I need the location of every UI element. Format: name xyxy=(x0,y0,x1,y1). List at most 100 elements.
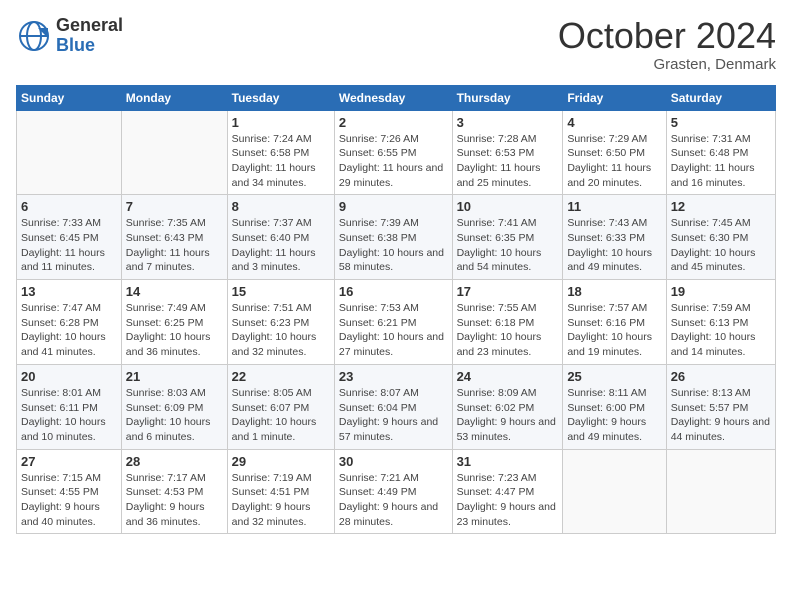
day-info: Sunrise: 7:37 AMSunset: 6:40 PMDaylight:… xyxy=(232,217,316,273)
day-number: 11 xyxy=(567,199,661,214)
day-cell: 26Sunrise: 8:13 AMSunset: 5:57 PMDayligh… xyxy=(666,364,775,449)
day-cell: 14 Sunrise: 7:49 AMSunset: 6:25 PMDayligh… xyxy=(121,280,227,365)
day-info: Sunrise: 7:47 AMSunset: 6:28 PMDaylight:… xyxy=(21,302,106,358)
day-cell: 19 Sunrise: 7:59 AMSunset: 6:13 PMDayligh… xyxy=(666,280,775,365)
calendar-table: Sunday Monday Tuesday Wednesday Thursday… xyxy=(16,85,776,535)
location-subtitle: Grasten, Denmark xyxy=(558,56,776,73)
day-cell: 29 Sunrise: 7:19 AMSunset: 4:51 PMDayligh… xyxy=(227,449,334,534)
day-cell: 7Sunrise: 7:35 AMSunset: 6:43 PMDaylight… xyxy=(121,195,227,280)
day-info: Sunrise: 7:24 AMSunset: 6:58 PMDaylight:… xyxy=(232,133,316,189)
day-cell: 17 Sunrise: 7:55 AMSunset: 6:18 PMDayligh… xyxy=(452,280,563,365)
day-cell: 25 Sunrise: 8:11 AMSunset: 6:00 PMDayligh… xyxy=(563,364,666,449)
page-header: General Blue October 2024 Grasten, Denma… xyxy=(16,16,776,73)
day-info: Sunrise: 7:19 AMSunset: 4:51 PMDaylight:… xyxy=(232,472,312,528)
day-number: 31 xyxy=(457,454,559,469)
logo: General Blue xyxy=(16,16,123,56)
day-cell: 20Sunrise: 8:01 AMSunset: 6:11 PMDayligh… xyxy=(17,364,122,449)
day-info: Sunrise: 7:39 AMSunset: 6:38 PMDaylight:… xyxy=(339,217,444,273)
day-info: Sunrise: 7:28 AMSunset: 6:53 PMDaylight:… xyxy=(457,133,541,189)
day-cell: 18 Sunrise: 7:57 AMSunset: 6:16 PMDayligh… xyxy=(563,280,666,365)
day-number: 17 xyxy=(457,284,559,299)
day-cell: 28 Sunrise: 7:17 AMSunset: 4:53 PMDayligh… xyxy=(121,449,227,534)
day-number: 6 xyxy=(21,199,117,214)
week-row-4: 20Sunrise: 8:01 AMSunset: 6:11 PMDayligh… xyxy=(17,364,776,449)
day-cell: 4 Sunrise: 7:29 AMSunset: 6:50 PMDaylight… xyxy=(563,110,666,195)
day-info: Sunrise: 7:15 AMSunset: 4:55 PMDaylight:… xyxy=(21,472,101,528)
week-row-2: 6 Sunrise: 7:33 AMSunset: 6:45 PMDaylight… xyxy=(17,195,776,280)
day-info: Sunrise: 7:45 AMSunset: 6:30 PMDaylight:… xyxy=(671,217,756,273)
day-cell: 22 Sunrise: 8:05 AMSunset: 6:07 PMDayligh… xyxy=(227,364,334,449)
col-wednesday: Wednesday xyxy=(334,85,452,110)
day-number: 5 xyxy=(671,115,771,130)
day-number: 22 xyxy=(232,369,330,384)
day-info: Sunrise: 7:17 AMSunset: 4:53 PMDaylight:… xyxy=(126,472,206,528)
day-cell xyxy=(563,449,666,534)
day-cell: 24Sunrise: 8:09 AMSunset: 6:02 PMDayligh… xyxy=(452,364,563,449)
day-cell xyxy=(666,449,775,534)
week-row-3: 13 Sunrise: 7:47 AMSunset: 6:28 PMDayligh… xyxy=(17,280,776,365)
day-cell xyxy=(17,110,122,195)
day-cell: 8Sunrise: 7:37 AMSunset: 6:40 PMDaylight… xyxy=(227,195,334,280)
day-cell: 1 Sunrise: 7:24 AMSunset: 6:58 PMDaylight… xyxy=(227,110,334,195)
day-number: 20 xyxy=(21,369,117,384)
day-info: Sunrise: 7:26 AMSunset: 6:55 PMDaylight:… xyxy=(339,133,443,189)
day-number: 28 xyxy=(126,454,223,469)
day-info: Sunrise: 7:31 AMSunset: 6:48 PMDaylight:… xyxy=(671,133,755,189)
day-number: 30 xyxy=(339,454,448,469)
day-number: 21 xyxy=(126,369,223,384)
day-cell: 5 Sunrise: 7:31 AMSunset: 6:48 PMDaylight… xyxy=(666,110,775,195)
day-number: 19 xyxy=(671,284,771,299)
day-cell: 21 Sunrise: 8:03 AMSunset: 6:09 PMDayligh… xyxy=(121,364,227,449)
day-info: Sunrise: 8:11 AMSunset: 6:00 PMDaylight:… xyxy=(567,387,646,443)
day-info: Sunrise: 7:21 AMSunset: 4:49 PMDaylight:… xyxy=(339,472,438,528)
day-cell: 30 Sunrise: 7:21 AMSunset: 4:49 PMDayligh… xyxy=(334,449,452,534)
day-number: 1 xyxy=(232,115,330,130)
day-number: 4 xyxy=(567,115,661,130)
day-number: 27 xyxy=(21,454,117,469)
day-number: 23 xyxy=(339,369,448,384)
week-row-1: 1 Sunrise: 7:24 AMSunset: 6:58 PMDaylight… xyxy=(17,110,776,195)
day-number: 3 xyxy=(457,115,559,130)
col-tuesday: Tuesday xyxy=(227,85,334,110)
day-number: 7 xyxy=(126,199,223,214)
day-cell: 6 Sunrise: 7:33 AMSunset: 6:45 PMDaylight… xyxy=(17,195,122,280)
day-number: 9 xyxy=(339,199,448,214)
day-cell: 10Sunrise: 7:41 AMSunset: 6:35 PMDayligh… xyxy=(452,195,563,280)
day-info: Sunrise: 7:43 AMSunset: 6:33 PMDaylight:… xyxy=(567,217,652,273)
day-number: 2 xyxy=(339,115,448,130)
day-info: Sunrise: 7:29 AMSunset: 6:50 PMDaylight:… xyxy=(567,133,651,189)
day-cell: 9 Sunrise: 7:39 AMSunset: 6:38 PMDaylight… xyxy=(334,195,452,280)
day-cell: 11 Sunrise: 7:43 AMSunset: 6:33 PMDayligh… xyxy=(563,195,666,280)
day-info: Sunrise: 8:03 AMSunset: 6:09 PMDaylight:… xyxy=(126,387,211,443)
day-info: Sunrise: 7:59 AMSunset: 6:13 PMDaylight:… xyxy=(671,302,756,358)
col-monday: Monday xyxy=(121,85,227,110)
day-cell: 16Sunrise: 7:53 AMSunset: 6:21 PMDayligh… xyxy=(334,280,452,365)
day-info: Sunrise: 7:57 AMSunset: 6:16 PMDaylight:… xyxy=(567,302,652,358)
day-number: 26 xyxy=(671,369,771,384)
day-cell: 31 Sunrise: 7:23 AMSunset: 4:47 PMDayligh… xyxy=(452,449,563,534)
day-number: 25 xyxy=(567,369,661,384)
day-info: Sunrise: 8:07 AMSunset: 6:04 PMDaylight:… xyxy=(339,387,438,443)
day-cell: 15Sunrise: 7:51 AMSunset: 6:23 PMDayligh… xyxy=(227,280,334,365)
day-number: 13 xyxy=(21,284,117,299)
day-number: 29 xyxy=(232,454,330,469)
day-number: 18 xyxy=(567,284,661,299)
day-cell: 27 Sunrise: 7:15 AMSunset: 4:55 PMDayligh… xyxy=(17,449,122,534)
day-info: Sunrise: 7:49 AMSunset: 6:25 PMDaylight:… xyxy=(126,302,211,358)
col-thursday: Thursday xyxy=(452,85,563,110)
col-sunday: Sunday xyxy=(17,85,122,110)
month-title: October 2024 xyxy=(558,16,776,56)
logo-icon xyxy=(16,18,52,54)
logo-general: General xyxy=(56,15,123,35)
day-info: Sunrise: 7:23 AMSunset: 4:47 PMDaylight:… xyxy=(457,472,556,528)
day-number: 14 xyxy=(126,284,223,299)
day-info: Sunrise: 7:53 AMSunset: 6:21 PMDaylight:… xyxy=(339,302,444,358)
day-info: Sunrise: 7:33 AMSunset: 6:45 PMDaylight:… xyxy=(21,217,105,273)
day-info: Sunrise: 7:55 AMSunset: 6:18 PMDaylight:… xyxy=(457,302,542,358)
day-number: 24 xyxy=(457,369,559,384)
day-cell: 12Sunrise: 7:45 AMSunset: 6:30 PMDayligh… xyxy=(666,195,775,280)
day-info: Sunrise: 8:05 AMSunset: 6:07 PMDaylight:… xyxy=(232,387,317,443)
day-cell: 2 Sunrise: 7:26 AMSunset: 6:55 PMDaylight… xyxy=(334,110,452,195)
day-number: 10 xyxy=(457,199,559,214)
title-block: October 2024 Grasten, Denmark xyxy=(558,16,776,73)
